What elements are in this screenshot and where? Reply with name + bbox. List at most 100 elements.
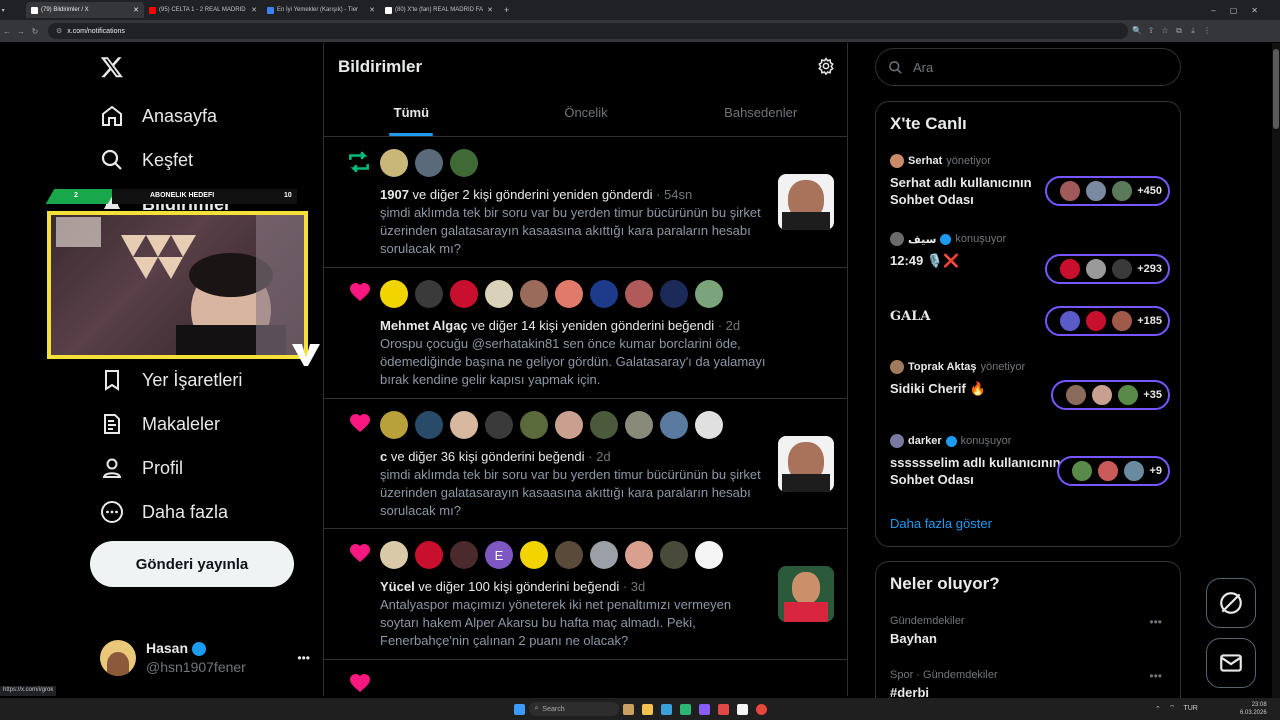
live-space-item[interactable]: darker konuşuyor sssssselim adlı kullanı… (890, 434, 1170, 494)
avatar[interactable] (380, 541, 408, 569)
taskbar-app-icon[interactable] (717, 703, 729, 715)
avatar[interactable] (590, 541, 618, 569)
avatar[interactable] (450, 541, 478, 569)
avatar[interactable] (695, 541, 723, 569)
store-icon[interactable] (660, 703, 672, 715)
trend-more-icon[interactable]: ••• (1149, 669, 1162, 683)
scrollbar[interactable] (1272, 43, 1280, 698)
messages-button[interactable] (1206, 638, 1256, 688)
notification-item[interactable]: Mehmet Algaç ve diğer 14 kişi yeniden gö… (324, 268, 848, 399)
avatar[interactable] (450, 411, 478, 439)
back-icon[interactable]: ← (0, 27, 14, 36)
account-more-icon[interactable]: ••• (297, 651, 310, 665)
avatar[interactable] (380, 411, 408, 439)
notification-item[interactable]: 1907 ve diğer 2 kişi gönderini yeniden g… (324, 137, 848, 268)
post-thumbnail-image[interactable] (778, 566, 834, 622)
close-tab-icon[interactable]: ✕ (133, 6, 139, 14)
avatar[interactable] (625, 411, 653, 439)
notification-item[interactable]: E Yücel ve diğer 100 kişi gönderini beğe… (324, 529, 848, 660)
avatar[interactable] (520, 280, 548, 308)
chrome-icon[interactable] (755, 703, 767, 715)
sidebar-item-home[interactable]: Anasayfa (100, 104, 217, 128)
taskbar-search[interactable]: ⌕ Search (528, 702, 619, 716)
avatar[interactable] (380, 149, 408, 177)
taskbar-app-icon[interactable] (736, 703, 748, 715)
close-tab-icon[interactable]: ✕ (369, 6, 375, 14)
avatar[interactable] (485, 280, 513, 308)
browser-tab-2[interactable]: En İyi Yemekler (Karışık) - Tier ✕ (262, 2, 380, 18)
live-space-item[interactable]: GALA +185 (890, 298, 1170, 338)
avatar[interactable] (625, 541, 653, 569)
x-logo[interactable] (100, 55, 124, 84)
notification-item[interactable]: c ve diğer 36 kişi gönderini beğendi · 2… (324, 399, 848, 529)
tab-priority[interactable]: Öncelik (499, 89, 674, 136)
star-icon[interactable]: ☆ (1160, 26, 1170, 36)
window-controls[interactable]: –▢✕ (1211, 6, 1280, 15)
browser-tab-1[interactable]: (95) CELTA 1 - 2 REAL MADRID ✕ (144, 2, 262, 18)
live-space-item[interactable]: سيف konuşuyor 12:49 🎙️❌ +293 (890, 232, 1170, 292)
reload-icon[interactable]: ↻ (28, 27, 42, 36)
sidebar-item-bookmarks[interactable]: Yer İşaretleri (100, 368, 242, 392)
system-tray[interactable]: ⌃ ⌔ TUR (1155, 704, 1198, 713)
search-input[interactable]: Ara (875, 48, 1181, 86)
browser-tab-0[interactable]: (79) Bildirimler / X ✕ (26, 2, 144, 18)
avatar[interactable] (450, 149, 478, 177)
trend-item[interactable]: Spor · Gündemdekiler #derbi ••• (890, 669, 1170, 700)
sidebar-item-profile[interactable]: Profil (100, 456, 183, 480)
show-more-link[interactable]: Daha fazla göster (890, 516, 992, 531)
close-tab-icon[interactable]: ✕ (487, 6, 493, 14)
close-tab-icon[interactable]: ✕ (251, 6, 257, 14)
avatar[interactable] (695, 411, 723, 439)
start-icon[interactable] (513, 703, 525, 715)
avatar[interactable] (660, 280, 688, 308)
avatar[interactable] (660, 411, 688, 439)
menu-icon[interactable]: ⋮ (1202, 26, 1212, 36)
avatar[interactable] (415, 411, 443, 439)
avatar[interactable] (555, 280, 583, 308)
avatar[interactable] (555, 411, 583, 439)
trend-more-icon[interactable]: ••• (1149, 615, 1162, 629)
avatar[interactable] (590, 411, 618, 439)
address-bar[interactable]: ⚙ x.com/notifications (48, 23, 1128, 39)
grok-button[interactable] (1206, 578, 1256, 628)
new-tab-button[interactable]: + (504, 5, 509, 15)
tray-arrow-icon[interactable]: ⌃ (1155, 705, 1161, 713)
avatar[interactable] (695, 280, 723, 308)
avatar[interactable] (380, 280, 408, 308)
avatar[interactable] (590, 280, 618, 308)
post-thumbnail-image[interactable] (778, 174, 834, 230)
taskbar-app-icon[interactable] (622, 703, 634, 715)
post-button[interactable]: Gönderi yayınla (90, 541, 294, 587)
avatar[interactable] (415, 541, 443, 569)
avatar[interactable] (520, 411, 548, 439)
clock[interactable]: 23:08 6.03.2026 (1240, 701, 1267, 717)
browser-tab-3[interactable]: (80) X'te (fan) REAL MADRID FA ✕ (380, 2, 498, 18)
post-thumbnail-image[interactable] (778, 436, 834, 492)
trend-item[interactable]: Gündemdekiler Bayhan ••• (890, 615, 1170, 646)
sidebar-item-articles[interactable]: Makaleler (100, 412, 220, 436)
forward-icon[interactable]: → (14, 27, 28, 36)
wifi-icon[interactable]: ⌔ (1169, 704, 1176, 713)
avatar[interactable] (485, 411, 513, 439)
tab-all[interactable]: Tümü (324, 89, 499, 136)
avatar[interactable] (520, 541, 548, 569)
avatar[interactable] (625, 280, 653, 308)
site-info-icon[interactable]: ⚙ (56, 27, 62, 35)
extensions-icon[interactable]: ⧉ (1174, 26, 1184, 36)
share-icon[interactable]: ⇪ (1146, 26, 1156, 36)
live-space-item[interactable]: Serhat yönetiyor Serhat adlı kullanıcını… (890, 154, 1170, 214)
sidebar-item-more[interactable]: Daha fazla (100, 500, 228, 524)
tab-mentions[interactable]: Bahsedenler (673, 89, 848, 136)
zoom-icon[interactable]: 🔍 (1132, 26, 1142, 36)
avatar[interactable] (415, 280, 443, 308)
avatar[interactable] (415, 149, 443, 177)
settings-gear-icon[interactable] (817, 57, 835, 80)
tab-menu-icon[interactable]: ▾ (0, 7, 26, 14)
taskbar-app-icon[interactable] (698, 703, 710, 715)
account-switcher[interactable]: Hasan @hsn1907fener ••• (100, 639, 310, 677)
edge-icon[interactable] (679, 703, 691, 715)
live-space-item[interactable]: Toprak Aktaş yönetiyor Sidiki Cherif 🔥 +… (890, 360, 1170, 420)
download-icon[interactable]: ⤓ (1188, 26, 1198, 36)
sidebar-item-explore[interactable]: Keşfet (100, 148, 193, 172)
avatar[interactable]: E (485, 541, 513, 569)
